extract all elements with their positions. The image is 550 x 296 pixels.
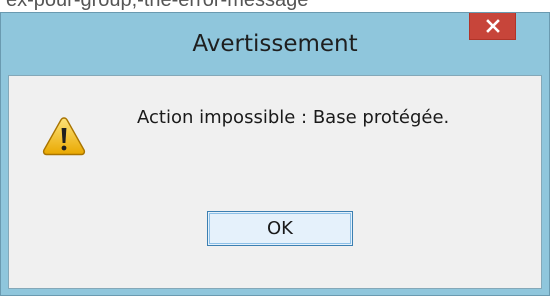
cropped-caption-text: ex-pour-group,-the-error-message xyxy=(6,0,309,11)
title-bar[interactable]: Avertissement xyxy=(1,13,549,75)
close-icon xyxy=(485,19,500,33)
close-button[interactable] xyxy=(469,13,516,40)
page: ex-pour-group,-the-error-message Avertis… xyxy=(0,0,550,296)
cropped-caption-strip: ex-pour-group,-the-error-message xyxy=(0,0,550,12)
ok-button[interactable]: OK xyxy=(207,211,353,246)
warning-dialog: Avertissement Action impossible: Base p… xyxy=(0,12,550,296)
dialog-message: Action impossible : Base protégée. xyxy=(137,107,450,128)
warning-icon xyxy=(42,117,86,156)
dialog-title: Avertissement xyxy=(192,31,358,57)
dialog-body: Action impossible : Base protégée. OK xyxy=(8,75,542,289)
